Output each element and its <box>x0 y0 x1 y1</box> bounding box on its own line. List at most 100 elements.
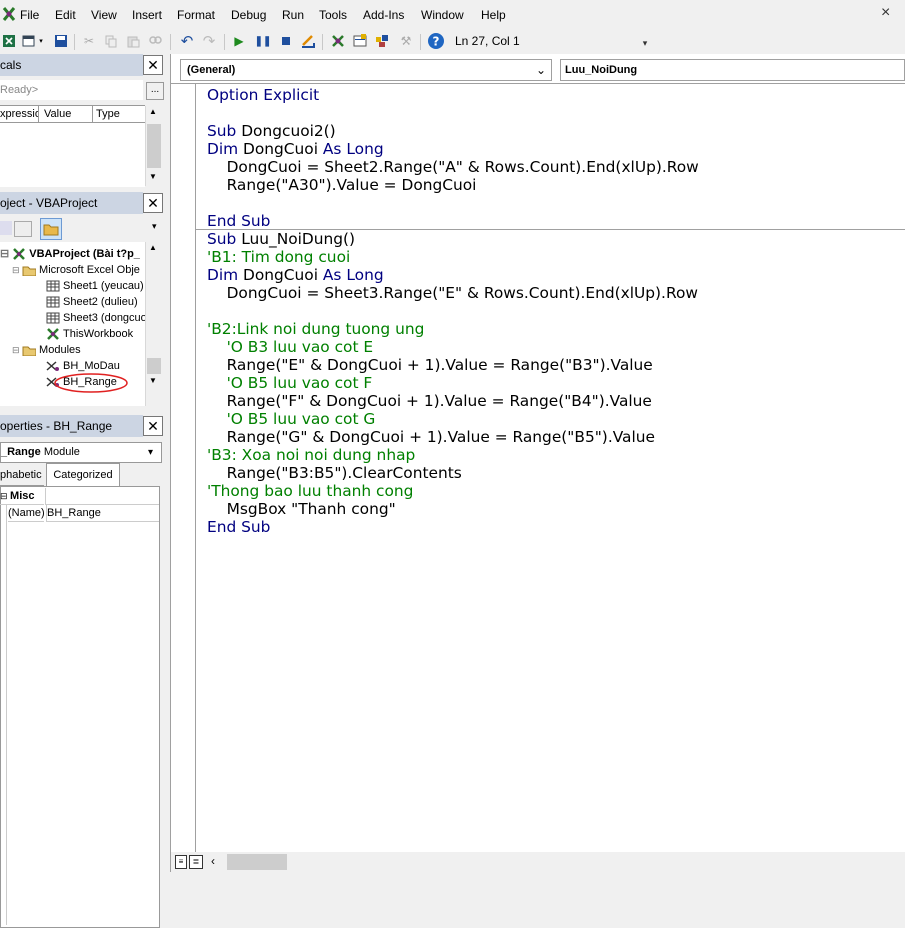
design-mode-icon[interactable] <box>299 32 317 50</box>
code-line[interactable]: Sub Dongcuoi2() <box>207 122 699 140</box>
vba-app-icon[interactable] <box>2 6 16 22</box>
view-code-icon[interactable] <box>0 221 12 235</box>
break-icon[interactable]: ❚❚ <box>254 32 272 50</box>
project-close-button[interactable]: ✕ <box>143 193 163 213</box>
properties-window-icon[interactable] <box>351 32 369 50</box>
horizontal-scrollbar[interactable]: ≡ ≣ ‹ <box>171 852 905 872</box>
properties-object-dropdown[interactable]: _Range Module ▾ <box>0 442 162 463</box>
properties-close-button[interactable]: ✕ <box>143 416 163 436</box>
code-line[interactable]: End Sub <box>207 518 699 536</box>
scroll-down-icon[interactable]: ▼ <box>149 172 157 181</box>
code-line[interactable]: Sub Luu_NoiDung() <box>207 230 699 248</box>
code-line[interactable]: MsgBox "Thanh cong" <box>207 500 699 518</box>
code-line[interactable]: Range("E" & DongCuoi + 1).Value = Range(… <box>207 356 699 374</box>
tree-sheet2[interactable]: Sheet2 (dulieu) <box>46 294 138 310</box>
code-line[interactable]: Range("F" & DongCuoi + 1).Value = Range(… <box>207 392 699 410</box>
code-line[interactable] <box>207 104 699 122</box>
chevron-down-icon[interactable]: ⌄ <box>536 60 546 80</box>
menu-file[interactable]: File <box>20 8 39 22</box>
chevron-down-icon[interactable]: ▾ <box>36 32 46 50</box>
code-line[interactable]: 'B3: Xoa noi noi dung nhap <box>207 446 699 464</box>
menu-window[interactable]: Window <box>421 8 464 22</box>
property-name-label[interactable]: (Name) <box>8 505 44 522</box>
save-icon[interactable] <box>52 32 70 50</box>
tree-modules[interactable]: ⊟ Modules <box>12 342 81 358</box>
help-icon[interactable]: ? <box>427 32 445 50</box>
run-icon[interactable]: ▶ <box>230 32 248 50</box>
window-close-button[interactable]: × <box>881 4 890 22</box>
redo-icon[interactable]: ↷ <box>200 32 218 50</box>
menu-view[interactable]: View <box>91 8 117 22</box>
toggle-folders-icon[interactable] <box>40 218 62 240</box>
code-line[interactable] <box>207 302 699 320</box>
menu-addins[interactable]: Add-Ins <box>363 8 404 22</box>
project-explorer-icon[interactable] <box>329 32 347 50</box>
scroll-down-icon[interactable]: ▼ <box>149 376 157 385</box>
category-misc[interactable]: ⊟ Misc <box>0 488 44 505</box>
code-line[interactable]: Range("B3:B5").ClearContents <box>207 464 699 482</box>
scroll-thumb[interactable] <box>227 854 287 870</box>
find-icon[interactable] <box>146 32 164 50</box>
cut-icon[interactable]: ✂ <box>80 32 98 50</box>
project-toolbar-overflow-icon[interactable]: ▾ <box>152 221 157 232</box>
scroll-thumb[interactable] <box>147 124 161 168</box>
copy-icon[interactable] <box>102 32 120 50</box>
scroll-up-icon[interactable]: ▲ <box>149 243 157 252</box>
menu-debug[interactable]: Debug <box>231 8 266 22</box>
code-line[interactable]: Range("G" & DongCuoi + 1).Value = Range(… <box>207 428 699 446</box>
code-line[interactable]: 'O B3 luu vao cot E <box>207 338 699 356</box>
code-line[interactable]: DongCuoi = Sheet2.Range("A" & Rows.Count… <box>207 158 699 176</box>
locals-col-value[interactable]: Value <box>44 106 93 122</box>
tab-categorized[interactable]: Categorized <box>46 463 120 486</box>
tree-sheet1[interactable]: Sheet1 (yeucau) <box>46 278 144 294</box>
menu-insert[interactable]: Insert <box>132 8 162 22</box>
code-line[interactable]: Range("A30").Value = DongCuoi <box>207 176 699 194</box>
menu-tools[interactable]: Tools <box>319 8 347 22</box>
excel-view-icon[interactable] <box>0 32 18 50</box>
code-editor[interactable]: Option Explicit Sub Dongcuoi2() Dim DongCu… <box>207 86 699 536</box>
locals-col-expression[interactable]: xpressio <box>0 106 39 122</box>
locals-col-type[interactable]: Type <box>96 106 144 122</box>
chevron-down-icon[interactable]: ▾ <box>148 443 153 462</box>
scroll-thumb[interactable] <box>147 358 161 374</box>
menu-format[interactable]: Format <box>177 8 215 22</box>
code-line[interactable] <box>207 194 699 212</box>
menu-edit[interactable]: Edit <box>55 8 76 22</box>
tree-excel-objects[interactable]: ⊟ Microsoft Excel Obje <box>12 262 140 278</box>
project-scrollbar[interactable]: ▲ ▼ <box>145 242 162 406</box>
code-line[interactable]: 'O B5 luu vao cot F <box>207 374 699 392</box>
object-browser-icon[interactable] <box>373 32 391 50</box>
code-line[interactable]: 'O B5 luu vao cot G <box>207 410 699 428</box>
code-line[interactable]: 'B2:Link noi dung tuong ung <box>207 320 699 338</box>
tab-alphabetic[interactable]: phabetic <box>0 466 44 486</box>
scroll-up-icon[interactable]: ▲ <box>149 107 157 116</box>
code-line[interactable]: End Sub <box>207 212 699 230</box>
code-line[interactable]: 'B1: Tim dong cuoi <box>207 248 699 266</box>
full-module-view-icon[interactable]: ≣ <box>189 855 203 869</box>
code-line[interactable]: 'Thong bao luu thanh cong <box>207 482 699 500</box>
tree-sheet3[interactable]: Sheet3 (dongcuo <box>46 310 147 326</box>
tree-thisworkbook[interactable]: ThisWorkbook <box>46 326 133 342</box>
property-name-value[interactable]: BH_Range <box>46 505 159 522</box>
locals-scrollbar[interactable]: ▲ ▼ <box>145 106 162 186</box>
code-line[interactable]: Dim DongCuoi As Long <box>207 266 699 284</box>
procedure-view-icon[interactable]: ≡ <box>175 855 187 869</box>
code-line[interactable]: Dim DongCuoi As Long <box>207 140 699 158</box>
procedure-dropdown[interactable]: Luu_NoiDung <box>560 59 905 81</box>
tree-vbaproject[interactable]: ⊟ VBAProject (Bài t?p_ <box>0 246 140 262</box>
paste-icon[interactable] <box>124 32 142 50</box>
menu-run[interactable]: Run <box>282 8 304 22</box>
menu-help[interactable]: Help <box>481 8 506 22</box>
code-line[interactable]: DongCuoi = Sheet3.Range("E" & Rows.Count… <box>207 284 699 302</box>
reset-icon[interactable] <box>277 32 295 50</box>
locals-ellipsis-button[interactable]: ... <box>146 82 164 100</box>
code-line[interactable]: Option Explicit <box>207 86 699 104</box>
scroll-left-icon[interactable]: ‹ <box>211 854 215 868</box>
toolbar-overflow-icon[interactable]: ▾ <box>640 32 650 52</box>
breakpoint-margin[interactable] <box>171 84 196 872</box>
undo-icon[interactable]: ↶ <box>178 32 196 50</box>
locals-close-button[interactable]: ✕ <box>143 55 163 75</box>
toolbox-icon[interactable]: ⚒ <box>397 32 415 50</box>
object-dropdown[interactable]: (General) ⌄ <box>180 59 552 81</box>
view-object-icon[interactable] <box>14 221 32 237</box>
